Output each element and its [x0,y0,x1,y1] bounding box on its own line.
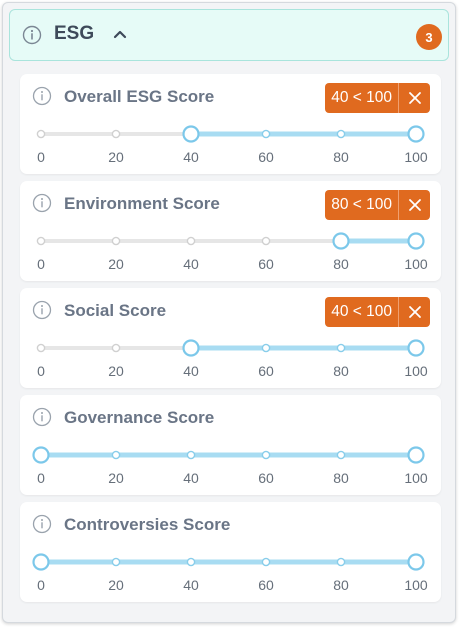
info-icon[interactable] [32,407,52,427]
slider-tick-label: 20 [108,363,124,379]
clear-filter-button[interactable] [398,83,430,113]
slider-tick-label: 100 [404,149,428,165]
slider-tick-label: 20 [108,256,124,272]
slider-tick-label: 20 [108,470,124,486]
slider-tick-mark [36,343,46,353]
clear-filter-button[interactable] [398,297,430,327]
slider-tick-label: 60 [258,470,274,486]
range-slider[interactable]: 0 20 40 60 80 100 [20,544,441,604]
slider-tick-mark [111,236,121,246]
active-filter-chip: 40 < 100 [325,83,430,113]
slider-min-handle[interactable] [182,125,200,143]
slider-tick-label: 20 [108,149,124,165]
score-filter-card: Environment Score 80 < 100 0 20 40 60 80 100 [20,181,441,281]
slider-tick-label: 80 [333,577,349,593]
slider-tick-label: 40 [183,256,199,272]
slider-tick-label: 80 [333,256,349,272]
score-filter-card: Social Score 40 < 100 0 20 40 60 80 100 [20,288,441,388]
score-title: Governance Score [64,408,215,427]
info-icon[interactable] [32,86,52,106]
slider-tick-label: 100 [404,470,428,486]
close-icon [408,306,421,318]
slider-tick-label: 40 [183,363,199,379]
slider-max-handle[interactable] [407,232,425,250]
slider-tick-mark [186,557,196,567]
slider-max-handle[interactable] [407,339,425,357]
slider-max-handle[interactable] [407,446,425,464]
slider-tick-mark [261,129,271,139]
score-filter-card: Controversies Score 0 20 40 60 80 100 [20,502,441,602]
filter-range-label: 40 < 100 [331,303,392,320]
range-slider[interactable]: 0 20 40 60 80 100 [20,330,441,390]
slider-tick-mark [261,450,271,460]
slider-tick-mark [111,450,121,460]
section-title: ESG [54,23,95,44]
slider-tick-label: 60 [258,577,274,593]
slider-tick-label: 0 [37,256,45,272]
slider-tick-label: 0 [37,149,45,165]
score-title: Controversies Score [64,515,231,534]
slider-tick-mark [36,236,46,246]
slider-tick-mark [261,236,271,246]
slider-tick-label: 0 [37,470,45,486]
slider-tick-mark [261,343,271,353]
slider-tick-mark [186,236,196,246]
info-icon[interactable] [22,25,42,45]
close-icon [408,92,421,104]
slider-tick-label: 40 [183,149,199,165]
score-title: Social Score [64,301,167,320]
info-icon[interactable] [32,514,52,534]
active-filter-chip: 80 < 100 [325,190,430,220]
slider-tick-label: 60 [258,149,274,165]
clear-filter-button[interactable] [398,190,430,220]
slider-tick-label: 100 [404,363,428,379]
slider-tick-mark [336,129,346,139]
info-icon[interactable] [32,300,52,320]
active-filter-chip: 40 < 100 [325,297,430,327]
slider-tick-mark [336,343,346,353]
slider-min-handle[interactable] [332,232,350,250]
slider-tick-mark [111,557,121,567]
range-slider[interactable]: 0 20 40 60 80 100 [20,223,441,283]
range-slider[interactable]: 0 20 40 60 80 100 [20,437,441,497]
slider-tick-label: 80 [333,470,349,486]
slider-tick-label: 80 [333,363,349,379]
slider-min-handle[interactable] [32,553,50,571]
slider-tick-mark [36,129,46,139]
slider-tick-label: 0 [37,577,45,593]
slider-tick-label: 20 [108,577,124,593]
slider-tick-label: 40 [183,577,199,593]
slider-tick-label: 100 [404,256,428,272]
info-icon[interactable] [32,193,52,213]
slider-tick-mark [336,557,346,567]
esg-filter-panel: ESG 3 Overall ESG Score 40 < 100 0 20 40 60 80… [2,2,456,623]
score-filter-card: Governance Score 0 20 40 60 80 100 [20,395,441,495]
slider-min-handle[interactable] [32,446,50,464]
esg-section-header[interactable]: ESG 3 [9,9,449,61]
range-slider[interactable]: 0 20 40 60 80 100 [20,116,441,176]
slider-tick-label: 60 [258,363,274,379]
slider-tick-label: 0 [37,363,45,379]
slider-max-handle[interactable] [407,553,425,571]
slider-tick-mark [261,557,271,567]
active-filter-count-badge: 3 [416,24,442,50]
slider-tick-mark [111,129,121,139]
slider-tick-mark [111,343,121,353]
chevron-up-icon[interactable] [113,29,127,39]
score-filter-card: Overall ESG Score 40 < 100 0 20 40 60 80 100 [20,74,441,174]
filter-range-label: 80 < 100 [331,196,392,213]
slider-max-handle[interactable] [407,125,425,143]
slider-tick-label: 100 [404,577,428,593]
slider-tick-label: 60 [258,256,274,272]
slider-tick-mark [336,450,346,460]
slider-min-handle[interactable] [182,339,200,357]
filter-range-label: 40 < 100 [331,89,392,106]
slider-tick-mark [186,450,196,460]
slider-tick-label: 40 [183,470,199,486]
score-title: Environment Score [64,194,220,213]
slider-tick-label: 80 [333,149,349,165]
score-title: Overall ESG Score [64,87,215,106]
close-icon [408,199,421,211]
